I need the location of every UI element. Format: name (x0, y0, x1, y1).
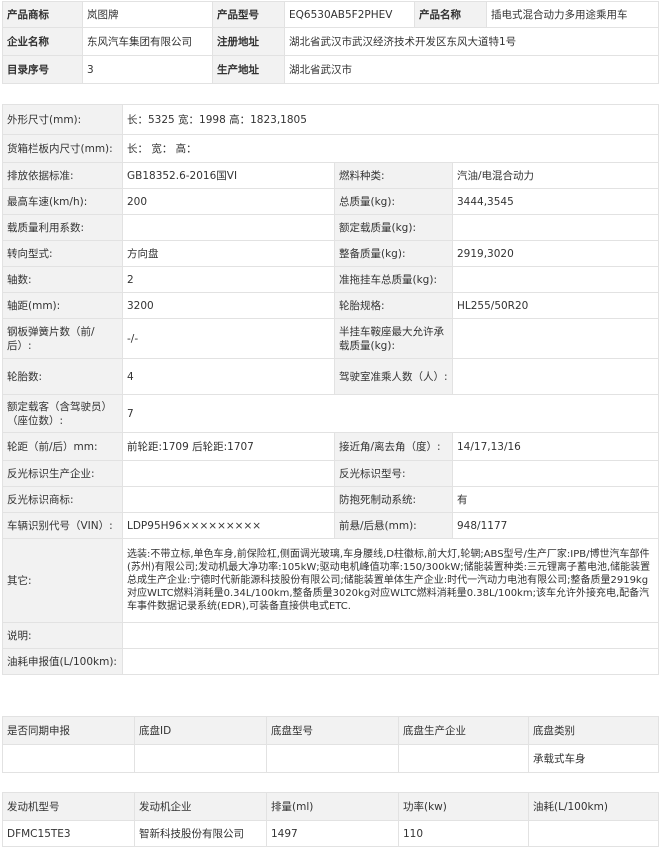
chassis-header: 底盘生产企业 (398, 716, 529, 745)
tires-num-value: 4 (122, 358, 335, 395)
overhang-label: 前悬/后悬(mm): (334, 512, 453, 539)
engine-header: 油耗(L/100km) (528, 792, 659, 821)
cargo-label: 货箱栏板内尺寸(mm): (2, 134, 123, 163)
load-util-value (122, 214, 335, 241)
emission-value: GB18352.6-2016国VI (122, 162, 335, 189)
company-value: 东风汽车集团有限公司 (82, 27, 213, 56)
chassis-cell (134, 744, 267, 773)
brand-value: 岚图牌 (82, 1, 213, 28)
engine-cell: 1497 (266, 820, 399, 847)
other-value: 选装:不带立标,单色车身,前保险杠,侧面调光玻璃,车身腰线,D柱徽标,前大灯,轮… (122, 538, 659, 623)
model-value: EQ6530AB5F2PHEV (284, 1, 415, 28)
abs-label: 防抱死制动系统: (334, 486, 453, 513)
dims-value: 长：5325 宽：1998 高：1823,1805 (122, 104, 659, 135)
track-label: 轮距（前/后）mm: (2, 432, 123, 461)
brand-label: 产品商标 (2, 1, 83, 28)
reflect-mfr-label: 反光标识生产企业: (2, 460, 123, 487)
chassis-table: 是否同期申报 底盘ID 底盘型号 底盘生产企业 底盘类别 承载式车身 (2, 716, 659, 773)
total-mass-label: 总质量(kg): (334, 188, 453, 215)
load-util-label: 载质量利用系数: (2, 214, 123, 241)
vin-value: LDP95H96××××××××× (122, 512, 335, 539)
product-header-table: 产品商标 岚图牌 产品型号 EQ6530AB5F2PHEV 产品名称 插电式混合… (2, 1, 659, 84)
note-label: 说明: (2, 622, 123, 649)
wheelbase-label: 轴距(mm): (2, 292, 123, 319)
reflect-model-value (452, 460, 659, 487)
engine-table: 发动机型号 发动机企业 排量(ml) 功率(kw) 油耗(L/100km) DF… (2, 792, 659, 847)
speed-value: 200 (122, 188, 335, 215)
engine-cell: 110 (398, 820, 529, 847)
name-value: 插电式混合动力多用途乘用车 (486, 1, 659, 28)
tires-num-label: 轮胎数: (2, 358, 123, 395)
company-label: 企业名称 (2, 27, 83, 56)
rated-load-value (452, 214, 659, 241)
saddle-value (452, 318, 659, 359)
cargo-value: 长： 宽： 高： (122, 134, 659, 163)
steering-value: 方向盘 (122, 240, 335, 267)
reg-addr-label: 注册地址 (212, 27, 285, 56)
track-value: 前轮距:1709 后轮距:1707 (122, 432, 335, 461)
catalog-value: 3 (82, 55, 213, 84)
specs-table: 外形尺寸(mm): 长：5325 宽：1998 高：1823,1805 货箱栏板… (2, 104, 659, 675)
trailer-value (452, 266, 659, 293)
tire-value: HL255/50R20 (452, 292, 659, 319)
axles-value: 2 (122, 266, 335, 293)
curb-value: 2919,3020 (452, 240, 659, 267)
engine-header: 排量(ml) (266, 792, 399, 821)
cab-value (452, 358, 659, 395)
springs-value: -/- (122, 318, 335, 359)
saddle-label: 半挂车鞍座最大允许承载质量(kg): (334, 318, 453, 359)
reflect-model-label: 反光标识型号: (334, 460, 453, 487)
chassis-header: 底盘型号 (266, 716, 399, 745)
engine-cell: DFMC15TE3 (2, 820, 135, 847)
tire-label: 轮胎规格: (334, 292, 453, 319)
emission-label: 排放依据标准: (2, 162, 123, 189)
overhang-value: 948/1177 (452, 512, 659, 539)
abs-value: 有 (452, 486, 659, 513)
axles-label: 轴数: (2, 266, 123, 293)
engine-header: 功率(kw) (398, 792, 529, 821)
reflect-brand-label: 反光标识商标: (2, 486, 123, 513)
prod-addr-value: 湖北省武汉市 (284, 55, 659, 84)
chassis-cell: 承载式车身 (528, 744, 659, 773)
engine-cell (528, 820, 659, 847)
dims-label: 外形尺寸(mm): (2, 104, 123, 135)
engine-header: 发动机型号 (2, 792, 135, 821)
trailer-label: 准拖挂车总质量(kg): (334, 266, 453, 293)
springs-label: 钢板弹簧片数（前/后）: (2, 318, 123, 359)
chassis-cell (398, 744, 529, 773)
name-label: 产品名称 (414, 1, 487, 28)
fuel-report-label: 油耗申报值(L/100km): (2, 648, 123, 675)
chassis-header: 底盘ID (134, 716, 267, 745)
speed-label: 最高车速(km/h): (2, 188, 123, 215)
prod-addr-label: 生产地址 (212, 55, 285, 84)
chassis-header: 是否同期申报 (2, 716, 135, 745)
catalog-label: 目录序号 (2, 55, 83, 84)
chassis-header: 底盘类别 (528, 716, 659, 745)
total-mass-value: 3444,3545 (452, 188, 659, 215)
fuel-report-value (122, 648, 659, 675)
reflect-mfr-value (122, 460, 335, 487)
other-label: 其它: (2, 538, 123, 623)
fuel-label: 燃料种类: (334, 162, 453, 189)
fuel-value: 汽油/电混合动力 (452, 162, 659, 189)
reg-addr-value: 湖北省武汉市武汉经济技术开发区东风大道特1号 (284, 27, 659, 56)
engine-cell: 智新科技股份有限公司 (134, 820, 267, 847)
angle-value: 14/17,13/16 (452, 432, 659, 461)
steering-label: 转向型式: (2, 240, 123, 267)
note-value (122, 622, 659, 649)
seats-value: 7 (122, 394, 659, 433)
cab-label: 驾驶室准乘人数（人）: (334, 358, 453, 395)
rated-load-label: 额定载质量(kg): (334, 214, 453, 241)
engine-header: 发动机企业 (134, 792, 267, 821)
wheelbase-value: 3200 (122, 292, 335, 319)
vin-label: 车辆识别代号（VIN）: (2, 512, 123, 539)
chassis-cell (266, 744, 399, 773)
curb-label: 整备质量(kg): (334, 240, 453, 267)
chassis-cell (2, 744, 135, 773)
seats-label: 额定载客（含驾驶员）（座位数）: (2, 394, 123, 433)
angle-label: 接近角/离去角（度）: (334, 432, 453, 461)
reflect-brand-value (122, 486, 335, 513)
model-label: 产品型号 (212, 1, 285, 28)
